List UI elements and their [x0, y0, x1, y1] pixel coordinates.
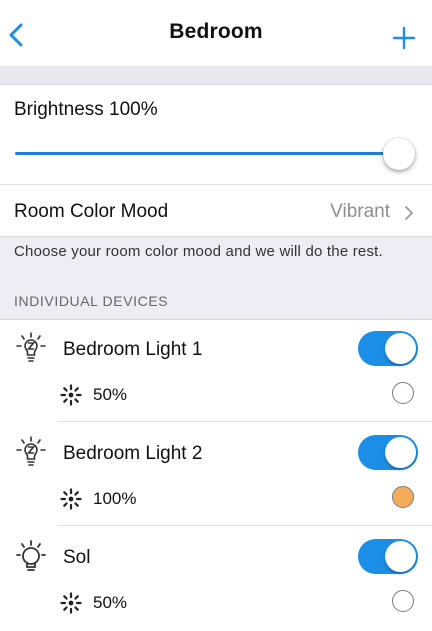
- device-brightness-value: 100%: [93, 489, 137, 508]
- device-name: Bedroom Light 2: [63, 443, 203, 464]
- page-title: Bedroom: [169, 20, 263, 43]
- toggle-knob: [385, 333, 416, 364]
- device-power-toggle[interactable]: [358, 539, 418, 574]
- room-color-mood-row[interactable]: Room Color Mood Vibrant: [0, 184, 432, 237]
- lightbulb-icon: [16, 436, 46, 466]
- lamp-bulb-icon: [16, 540, 46, 571]
- device-name: Sol: [63, 547, 91, 568]
- device-color-swatch[interactable]: [392, 486, 414, 508]
- device-row-sol: Sol 50%: [0, 526, 432, 630]
- brightness-label: Brightness 100%: [14, 99, 158, 120]
- brightness-icon: [60, 384, 82, 406]
- device-power-toggle[interactable]: [358, 331, 418, 366]
- room-color-mood-label: Room Color Mood: [14, 201, 169, 222]
- toggle-knob: [385, 437, 416, 468]
- brightness-icon: [60, 592, 82, 614]
- device-power-toggle[interactable]: [358, 435, 418, 470]
- brightness-slider-track[interactable]: [15, 152, 403, 155]
- device-brightness-value: 50%: [93, 593, 128, 612]
- section-header-individual-devices: INDIVIDUAL DEVICES: [14, 293, 169, 309]
- room-color-mood-value: Vibrant: [330, 201, 390, 222]
- mood-hint-section: Choose your room color mood and we will …: [0, 236, 432, 320]
- toggle-knob: [385, 541, 416, 572]
- device-row-bedroom-light-1: Bedroom Light 1 50%: [0, 318, 432, 422]
- brightness-icon: [60, 488, 82, 510]
- device-brightness-value: 50%: [93, 385, 128, 404]
- device-color-swatch[interactable]: [392, 382, 414, 404]
- mood-hint-text: Choose your room color mood and we will …: [14, 243, 383, 260]
- section-spacer: [0, 66, 432, 85]
- nav-bar: Bedroom: [0, 0, 432, 66]
- plus-icon[interactable]: [392, 26, 416, 50]
- lightbulb-icon: [16, 332, 46, 362]
- chevron-right-icon: [405, 206, 413, 220]
- device-color-swatch[interactable]: [392, 590, 414, 612]
- device-name: Bedroom Light 1: [63, 339, 203, 360]
- brightness-slider-thumb[interactable]: [383, 138, 415, 170]
- device-row-bedroom-light-2: Bedroom Light 2 100%: [0, 422, 432, 526]
